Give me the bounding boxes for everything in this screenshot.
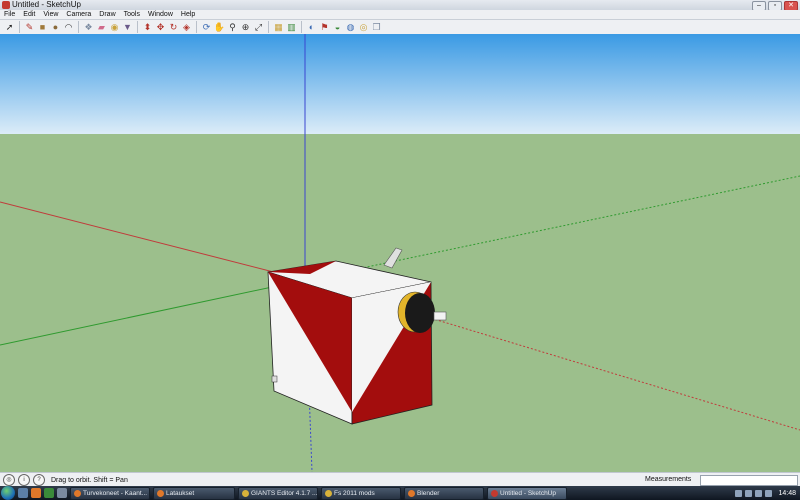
tape-measure-icon[interactable]: ◉ — [109, 22, 120, 33]
knob-stub — [433, 311, 447, 321]
taskbar-item-label: Untitled - SketchUp — [500, 489, 556, 497]
taskbar-item-label: Turvekoneet - Kaant... — [83, 489, 148, 497]
move-icon[interactable]: ✥ — [155, 22, 166, 33]
eraser-icon[interactable]: ▰ — [96, 22, 107, 33]
geo-location-icon[interactable]: ◎ — [3, 474, 15, 486]
add-location-icon[interactable]: ⚑ — [319, 22, 330, 33]
measurements-label: Measurements — [645, 476, 692, 483]
taskbar-item[interactable]: Turvekoneet - Kaant... — [70, 486, 150, 500]
sky — [0, 34, 800, 134]
pencil-icon[interactable]: ✎ — [24, 22, 35, 33]
menu-edit[interactable]: Edit — [19, 10, 39, 19]
push-pull-icon[interactable]: ⬍ — [142, 22, 153, 33]
measurements-input[interactable] — [700, 475, 798, 486]
circle-icon[interactable]: ● — [50, 22, 61, 33]
taskbar-item-label: Lataukset — [166, 489, 195, 497]
menu-draw[interactable]: Draw — [95, 10, 119, 19]
clock: 14:48 — [778, 489, 796, 497]
taskbar-item[interactable]: Untitled - SketchUp — [487, 486, 567, 500]
select-icon[interactable]: ➚ — [4, 22, 15, 33]
status-bar: ◎ i ? Drag to orbit. Shift = Pan Measure… — [0, 472, 800, 487]
menu-camera[interactable]: Camera — [62, 10, 95, 19]
window-title: Untitled - SketchUp — [12, 0, 81, 9]
make-component-icon[interactable]: ❖ — [83, 22, 94, 33]
taskbar-item-label: GIANTS Editor 4.1.7 ... — [251, 489, 318, 497]
toolbar-separator — [301, 21, 302, 33]
offset-icon[interactable]: ◈ — [181, 22, 192, 33]
rotate-icon[interactable]: ↻ — [168, 22, 179, 33]
show-desktop-icon[interactable] — [57, 488, 67, 498]
zoom-icon[interactable]: ⚲ — [227, 22, 238, 33]
toolbar-separator — [268, 21, 269, 33]
menu-view[interactable]: View — [39, 10, 62, 19]
get-photo-texture-icon[interactable]: ◐ — [306, 22, 317, 33]
sketchup-app-icon — [2, 1, 10, 9]
menu-bar: File Edit View Camera Draw Tools Window … — [0, 10, 800, 20]
taskbar-app-icon — [491, 489, 498, 497]
taskbar-item[interactable]: Fs 2011 mods — [321, 486, 401, 500]
start-button[interactable] — [1, 486, 15, 500]
toolbar-separator — [196, 21, 197, 33]
pan-icon[interactable]: ✋ — [214, 22, 225, 33]
taskbar-app-icon — [157, 489, 164, 497]
quicklaunch-icon[interactable] — [44, 488, 54, 498]
taskbar-app-icon — [242, 489, 249, 497]
paint-bucket-icon[interactable]: ▼ — [122, 22, 133, 33]
knob-disc — [405, 293, 435, 333]
taskbar: Turvekoneet - Kaant... Lataukset GIANTS Ed… — [0, 486, 800, 500]
system-tray: 14:48 — [731, 487, 800, 499]
taskbar-item-label: Blender — [417, 489, 440, 497]
model-viewport[interactable] — [0, 34, 800, 472]
tray-icon[interactable] — [745, 489, 753, 497]
get-current-view-icon[interactable]: ◎ — [358, 22, 369, 33]
tray-icon[interactable] — [755, 489, 763, 497]
taskbar-items: Turvekoneet - Kaant... Lataukset GIANTS Ed… — [67, 486, 567, 500]
preview-google-earth-icon[interactable]: ◍ — [345, 22, 356, 33]
toolbar-separator — [78, 21, 79, 33]
scene-canvas[interactable] — [0, 34, 800, 472]
taskbar-app-icon — [325, 489, 332, 497]
toggle-terrain-icon[interactable]: ◒ — [332, 22, 343, 33]
menu-file[interactable]: File — [0, 10, 19, 19]
menu-window[interactable]: Window — [144, 10, 177, 19]
taskbar-app-icon — [74, 489, 81, 497]
taskbar-item[interactable]: Lataukset — [153, 486, 235, 500]
help-icon[interactable]: ? — [33, 474, 45, 486]
cube-corner-marker — [271, 375, 278, 383]
toolbar: ➚ ✎ ■ ● ◠ ❖ ▰ ◉ ▼ ⬍ ✥ ↻ ◈ ⟳ ✋ ⚲ ⊕ ⤢ ▦ ▥ ◐ ⚑ ◒ ◍ ◎ ❒ — [0, 20, 800, 35]
share-model-icon[interactable]: ▥ — [286, 22, 297, 33]
orbit-icon[interactable]: ⟳ — [201, 22, 212, 33]
toolbar-separator — [137, 21, 138, 33]
taskbar-item[interactable]: GIANTS Editor 4.1.7 ... — [238, 486, 318, 500]
taskbar-item[interactable]: Blender — [404, 486, 484, 500]
arc-icon[interactable]: ◠ — [63, 22, 74, 33]
quicklaunch-icon[interactable] — [18, 488, 28, 498]
quicklaunch-icon[interactable] — [31, 488, 41, 498]
credits-icon[interactable]: i — [18, 474, 30, 486]
taskbar-app-icon — [408, 489, 415, 497]
get-models-icon[interactable]: ▦ — [273, 22, 284, 33]
tray-icon[interactable] — [735, 489, 743, 497]
components-icon[interactable]: ❒ — [371, 22, 382, 33]
menu-tools[interactable]: Tools — [120, 10, 144, 19]
rectangle-icon[interactable]: ■ — [37, 22, 48, 33]
taskbar-item-label: Fs 2011 mods — [334, 489, 375, 497]
zoom-extents-icon[interactable]: ⤢ — [253, 22, 264, 33]
volume-icon[interactable] — [765, 489, 773, 497]
menu-help[interactable]: Help — [177, 10, 199, 19]
zoom-window-icon[interactable]: ⊕ — [240, 22, 251, 33]
status-hint: Drag to orbit. Shift = Pan — [51, 476, 128, 484]
toolbar-separator — [19, 21, 20, 33]
